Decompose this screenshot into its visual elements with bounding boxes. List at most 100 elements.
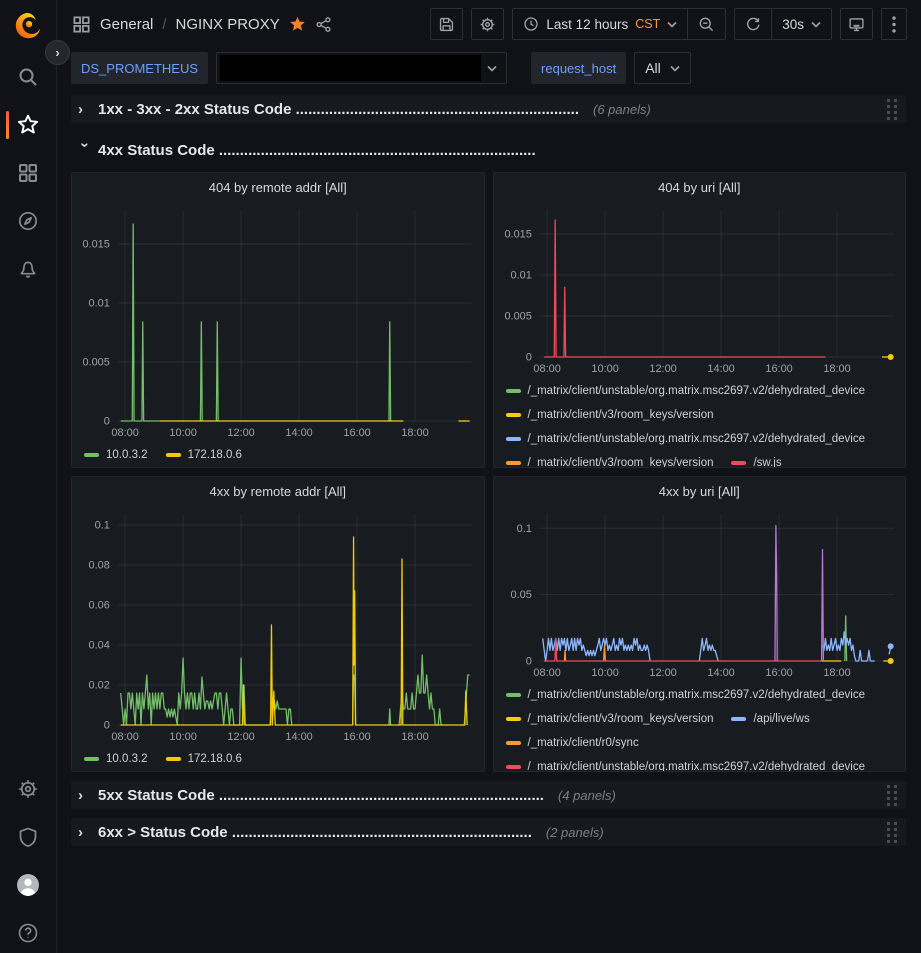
- page-title[interactable]: NGINX PROXY: [176, 16, 280, 33]
- legend-item[interactable]: 172.18.0.6: [166, 444, 242, 466]
- svg-text:18:00: 18:00: [401, 731, 428, 743]
- favorite-star-icon[interactable]: [289, 16, 306, 33]
- series-name: /_matrix/client/unstable/org.matrix.msc2…: [528, 433, 866, 445]
- legend-item[interactable]: 10.0.3.2: [84, 444, 148, 466]
- legend-item[interactable]: /_matrix/client/v3/room_keys/version: [506, 452, 714, 467]
- svg-text:12:00: 12:00: [227, 731, 254, 743]
- panel-title[interactable]: 404 by uri [All]: [494, 173, 906, 201]
- breadcrumb: General / NGINX PROXY: [72, 15, 332, 34]
- row-collapse-chevron: ›: [78, 102, 92, 117]
- grafana-logo-icon[interactable]: [13, 11, 43, 41]
- refresh-button[interactable]: [735, 9, 771, 39]
- svg-text:12:00: 12:00: [227, 427, 254, 439]
- svg-text:16:00: 16:00: [343, 427, 370, 439]
- dashboard-settings-button[interactable]: [471, 8, 504, 40]
- legend-item[interactable]: /_matrix/client/unstable/org.matrix.msc2…: [506, 428, 866, 450]
- panel-title[interactable]: 4xx by remote addr [All]: [72, 477, 484, 505]
- row-header-5xx[interactable]: › 5xx Status Code ......................…: [71, 781, 906, 809]
- chevron-down-icon: [670, 65, 680, 72]
- datasource-variable-select[interactable]: [216, 52, 507, 84]
- svg-text:10:00: 10:00: [169, 731, 196, 743]
- redacted-value: [220, 55, 481, 81]
- legend-item[interactable]: /_matrix/client/unstable/org.matrix.msc2…: [506, 380, 866, 402]
- svg-text:16:00: 16:00: [343, 731, 370, 743]
- sidebar-item-search[interactable]: [16, 65, 40, 89]
- refresh-interval-picker[interactable]: 30s: [771, 9, 831, 39]
- row-title: 5xx Status Code: [98, 787, 215, 804]
- request-host-variable-select[interactable]: All: [634, 52, 691, 84]
- svg-text:0.015: 0.015: [82, 238, 109, 250]
- svg-text:10:00: 10:00: [169, 427, 196, 439]
- refresh-icon: [745, 16, 761, 32]
- svg-text:18:00: 18:00: [401, 427, 428, 439]
- toolbar: Last 12 hours CST 30s: [430, 8, 907, 40]
- row-drag-handle-icon[interactable]: [886, 98, 898, 120]
- time-range-picker[interactable]: Last 12 hours CST: [513, 9, 687, 39]
- panel: 4xx by uri [All]00.050.108:0010:0012:001…: [493, 476, 907, 772]
- legend-item[interactable]: /_matrix/client/r0/sync: [506, 732, 639, 754]
- chevron-down-icon: [667, 21, 677, 28]
- legend-item[interactable]: /_matrix/client/v3/room_keys/version: [506, 708, 714, 730]
- sidebar-item-configuration[interactable]: [16, 777, 40, 801]
- svg-text:14:00: 14:00: [285, 427, 312, 439]
- row-drag-handle-icon[interactable]: [886, 821, 898, 843]
- kebab-menu-button[interactable]: [881, 8, 907, 40]
- legend-item[interactable]: 10.0.3.2: [84, 748, 148, 770]
- svg-text:0: 0: [104, 415, 110, 427]
- time-series-chart[interactable]: 00.050.108:0010:0012:0014:0016:0018:00: [494, 505, 906, 681]
- series-name: /api/live/ws: [753, 713, 809, 725]
- series-color-swatch: [506, 461, 521, 465]
- sidebar-item-explore[interactable]: [16, 209, 40, 233]
- legend-item[interactable]: /api/live/ws: [731, 708, 809, 730]
- legend-item[interactable]: /sw.js: [731, 452, 781, 467]
- panel-title[interactable]: 404 by remote addr [All]: [72, 173, 484, 201]
- sidebar-item-starred[interactable]: [16, 113, 40, 137]
- row-header-1xx-3xx-2xx[interactable]: › 1xx - 3xx - 2xx Status Code ..........…: [71, 95, 906, 123]
- svg-text:08:00: 08:00: [111, 731, 138, 743]
- save-dashboard-button[interactable]: [430, 8, 463, 40]
- monitor-icon: [848, 16, 865, 33]
- legend-item[interactable]: 172.18.0.6: [166, 748, 242, 770]
- row-drag-handle-icon[interactable]: [886, 784, 898, 806]
- legend-item[interactable]: /_matrix/client/unstable/org.matrix.msc2…: [506, 756, 866, 771]
- sidebar-expand-button[interactable]: ›: [45, 40, 70, 65]
- svg-text:0.01: 0.01: [510, 269, 531, 281]
- row-header-4xx[interactable]: › 4xx Status Code ......................…: [71, 136, 906, 164]
- sidebar-item-server-admin[interactable]: [16, 825, 40, 849]
- series-color-swatch: [84, 453, 99, 457]
- kebab-menu-icon: [892, 16, 896, 33]
- sidebar-item-dashboards[interactable]: [16, 161, 40, 185]
- row-header-6xx[interactable]: › 6xx > Status Code ....................…: [71, 818, 906, 846]
- row-collapse-chevron: ›: [78, 142, 93, 156]
- sidebar-item-help[interactable]: [16, 921, 40, 945]
- share-icon[interactable]: [315, 16, 332, 33]
- sidebar-item-alerting[interactable]: [16, 257, 40, 281]
- svg-text:0: 0: [104, 719, 110, 731]
- submenu-bar: DS_PROMETHEUS request_host All: [56, 48, 921, 88]
- time-zoom-out-button[interactable]: [687, 9, 725, 39]
- series-name: /_matrix/client/v3/room_keys/version: [528, 409, 714, 421]
- panel-legend: 10.0.3.2 172.18.0.6: [72, 441, 484, 467]
- time-series-chart[interactable]: 00.0050.010.01508:0010:0012:0014:0016:00…: [494, 201, 906, 377]
- series-name: /_matrix/client/v3/room_keys/version: [528, 713, 714, 725]
- panel-legend: 10.0.3.2 172.18.0.6: [72, 745, 484, 771]
- breadcrumb-folder[interactable]: General: [100, 16, 153, 33]
- series-color-swatch: [506, 765, 521, 769]
- series-name: /sw.js: [753, 457, 781, 467]
- sidebar: ›: [0, 0, 57, 953]
- panels-grid: 404 by remote addr [All] 00.0050.010.0150…: [71, 172, 906, 772]
- panel-legend: /_matrix/client/unstable/org.matrix.msc2…: [494, 377, 906, 467]
- series-name: /_matrix/client/unstable/org.matrix.msc2…: [528, 385, 866, 397]
- legend-item[interactable]: /_matrix/client/v3/room_keys/version: [506, 404, 714, 426]
- panel-title[interactable]: 4xx by uri [All]: [494, 477, 906, 505]
- svg-text:18:00: 18:00: [823, 363, 850, 375]
- search-icon: [17, 66, 39, 88]
- time-series-chart[interactable]: 00.0050.010.01508:0010:0012:0014:0016:00…: [72, 201, 484, 441]
- sidebar-item-profile[interactable]: [16, 873, 40, 897]
- time-series-chart[interactable]: 00.020.040.060.080.108:0010:0012:0014:00…: [72, 505, 484, 745]
- legend-item[interactable]: /_matrix/client/unstable/org.matrix.msc2…: [506, 684, 866, 706]
- cycle-view-mode-button[interactable]: [840, 8, 873, 40]
- row-title: 6xx > Status Code: [98, 824, 228, 841]
- sidebar-top-group: [16, 65, 40, 281]
- svg-text:18:00: 18:00: [823, 667, 850, 679]
